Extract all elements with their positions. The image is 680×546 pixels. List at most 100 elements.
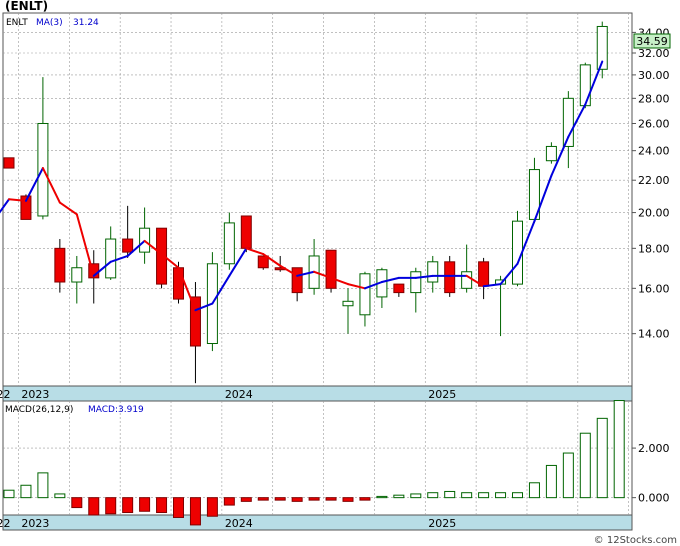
candle — [156, 227, 168, 289]
candle-body — [579, 64, 591, 107]
candle-body — [291, 267, 303, 294]
macd-bar — [71, 497, 83, 509]
price-panel: 2022 2023 2024 2025 14.00 16.00 18.00 20.00 22.… — [0, 0, 671, 402]
candle — [20, 194, 32, 220]
macd-bar — [189, 497, 201, 526]
price-y-tick-label: 18.00 — [638, 242, 670, 255]
candle-body — [173, 267, 184, 300]
candle — [579, 62, 591, 109]
price-y-tick-label: 16.00 — [638, 282, 670, 295]
candle-body — [71, 267, 83, 283]
candle-body — [122, 238, 134, 253]
macd-bar — [257, 497, 269, 501]
candle-body — [325, 249, 337, 289]
candle-body — [223, 222, 235, 265]
candle-body — [410, 271, 422, 294]
last-price-text: 34.59 — [636, 35, 668, 48]
macd-bar — [291, 497, 303, 502]
macd-bar — [88, 497, 100, 516]
macd-bar — [122, 497, 134, 514]
price-y-tick-label: 28.00 — [638, 92, 670, 105]
price-y-tick-label: 22.00 — [638, 174, 670, 187]
macd-bar — [37, 472, 49, 499]
price-y-tick-label: 26.00 — [638, 117, 670, 130]
ma-value: 31.24 — [73, 18, 99, 28]
macd-bar — [105, 497, 117, 515]
candle — [3, 157, 15, 169]
candle — [257, 255, 269, 270]
macd-bar — [495, 492, 507, 499]
candle-body — [189, 296, 201, 347]
candle-body — [545, 145, 557, 162]
macd-bar — [410, 493, 422, 499]
macd-bar — [54, 493, 66, 499]
macd-bar — [613, 400, 625, 499]
macd-bar — [478, 492, 490, 499]
candle-body — [342, 300, 354, 307]
candle — [240, 215, 252, 253]
macd-bar — [274, 497, 286, 501]
macd-bar — [596, 417, 608, 499]
macd-bar — [3, 489, 15, 499]
candle-body — [461, 271, 473, 289]
candle-body — [393, 283, 405, 294]
macd-bar — [156, 497, 168, 514]
macd-bar — [173, 497, 184, 518]
stock-chart: 2022 2023 2024 2025 14.00 16.00 18.00 20.00 22.… — [0, 0, 680, 546]
candle-body — [359, 273, 371, 316]
watermark: © 12Stocks.com — [594, 535, 677, 546]
macd-date-band — [2, 514, 633, 531]
macd-bar — [376, 495, 388, 499]
macd-bar — [444, 490, 456, 499]
candle-body — [105, 238, 117, 279]
candle-body — [427, 261, 439, 283]
candle-body — [3, 157, 15, 169]
macd-bar — [240, 497, 252, 502]
ma-label: MA(3) — [36, 18, 63, 28]
candle-body — [478, 261, 490, 287]
price-y-tick-label: 24.00 — [638, 145, 670, 158]
price-date-label: 2023 — [21, 388, 49, 401]
price-y-tick-label: 30.00 — [638, 69, 670, 82]
macd-bar — [562, 452, 574, 499]
macd-bar — [206, 497, 218, 517]
price-date-label: 2024 — [225, 388, 253, 401]
price-date-band — [2, 385, 633, 402]
macd-bar — [223, 497, 235, 506]
macd-bar — [393, 494, 405, 499]
macd-bar — [579, 432, 591, 499]
symbol-label: ENLT — [6, 18, 28, 28]
macd-value-label: MACD:3.919 — [88, 405, 144, 415]
last-price-badge: 34.59 — [633, 33, 671, 49]
macd-date-label: 2025 — [428, 517, 456, 530]
candle-body — [257, 255, 269, 269]
candle-body — [444, 261, 456, 294]
macd-bar — [20, 484, 32, 499]
price-date-label: 2022 — [0, 388, 10, 401]
price-y-tick-label: 20.00 — [638, 207, 670, 220]
chart-title: (ENLT) — [5, 0, 48, 13]
macd-bar — [461, 492, 473, 499]
candle-body — [54, 247, 66, 283]
macd-bar — [528, 482, 540, 499]
macd-bar — [325, 497, 337, 501]
candle — [325, 249, 337, 293]
macd-date-label: 2022 — [0, 517, 10, 530]
price-y-axis: 14.00 16.00 18.00 20.00 22.00 24.00 26.00 28.00… — [632, 26, 670, 341]
macd-bar — [342, 497, 354, 502]
macd-bar — [427, 492, 439, 499]
price-y-tick-label: 32.00 — [638, 47, 670, 60]
macd-y-tick-label: 2.000 — [638, 442, 670, 455]
macd-bar — [512, 492, 523, 499]
price-date-label: 2025 — [428, 388, 456, 401]
price-y-tick-label: 14.00 — [638, 328, 670, 341]
macd-bar — [359, 497, 371, 501]
macd-date-label: 2024 — [225, 517, 253, 530]
macd-bar — [139, 497, 151, 512]
macd-bar — [545, 464, 557, 499]
candle-body — [240, 215, 252, 249]
candle — [512, 210, 523, 287]
macd-panel: 2022 2023 2024 2025 0.000 2.000 MACD(26,12,9… — [0, 400, 670, 531]
macd-bar — [308, 497, 320, 501]
macd-date-label: 2023 — [21, 517, 49, 530]
